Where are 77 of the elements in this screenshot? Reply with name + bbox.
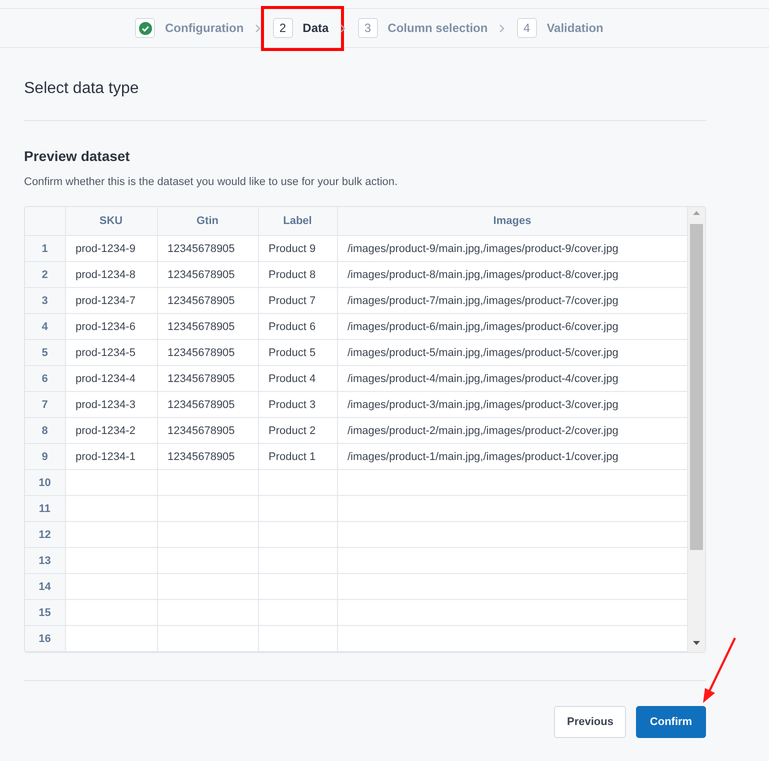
row-number: 5 [42,346,48,358]
table-cell: 12345678905 [168,424,235,436]
previous-button[interactable]: Previous [554,706,626,738]
table-cell: prod-1234-9 [76,242,136,254]
table-cell: 12345678905 [168,450,235,462]
step-label: Column selection [388,21,488,35]
table-cell: prod-1234-5 [76,346,136,358]
row-number: 12 [38,528,51,540]
table-cell: prod-1234-3 [76,398,136,410]
table-cell: /images/product-3/main.jpg,/images/product-3/cover.jpg [348,398,618,410]
table-cell: /images/product-9/main.jpg,/images/product-9/cover.jpg [348,242,618,254]
step-label: Configuration [165,21,244,35]
row-number: 8 [42,424,48,436]
scrollbar[interactable] [688,207,705,652]
table-cell: Product 4 [268,372,316,384]
step-tab[interactable]: 2 Data [260,6,344,50]
table-cell: Product 7 [268,294,316,306]
table-cell: Product 9 [268,242,316,254]
section-title: Select data type [24,80,140,99]
table-cell: 12345678905 [168,242,235,254]
row-number: 11 [38,502,51,514]
table-cell: Product 3 [268,398,316,410]
step-label: Validation [546,21,604,35]
step-number: 4 [523,21,530,35]
row-number: 1 [42,242,48,254]
table-cell: prod-1234-1 [76,450,136,462]
row-number: 9 [42,450,48,462]
row-number: 13 [38,554,51,566]
row-number: 14 [38,580,51,592]
step-number: 3 [364,21,372,35]
column-header: SKU [99,215,123,227]
table-cell: /images/product-5/main.jpg,/images/product-5/cover.jpg [348,346,618,358]
row-number: 10 [38,476,51,488]
table-cell: Product 8 [268,268,316,280]
chevron-icon [340,24,346,32]
table-cell: prod-1234-2 [76,424,136,436]
table-cell: prod-1234-6 [76,320,136,332]
table-cell: Product 1 [268,450,316,462]
table-cell: prod-1234-7 [76,294,136,306]
row-number: 4 [42,320,48,332]
table-cell: /images/product-8/main.jpg,/images/product-8/cover.jpg [348,268,618,280]
preview-description: Confirm whether this is the dataset you would like to use for your bulk action. [24,176,399,190]
check-icon [138,22,152,34]
table-cell: Product 6 [268,320,316,332]
table-cell: 12345678905 [168,346,235,358]
table-cell: Product 5 [268,346,316,358]
column-header: Gtin [196,215,218,227]
row-number: 6 [42,372,48,384]
row-number: 3 [42,294,48,306]
chevron-icon [498,24,505,32]
column-header: Label [283,215,312,227]
table-cell: prod-1234-4 [76,372,136,384]
column-header: Images [493,215,532,227]
table-cell: 12345678905 [168,398,235,410]
table-cell: 12345678905 [168,372,235,384]
step-tab[interactable]: 4 Validation [514,10,606,46]
table-cell: /images/product-1/main.jpg,/images/product-1/cover.jpg [348,450,618,462]
row-number: 16 [38,632,51,644]
row-number: 15 [38,606,51,618]
chevron-icon [254,24,261,32]
table-cell: 12345678905 [168,294,235,306]
table-cell: Product 2 [268,424,316,436]
table-cell: prod-1234-8 [76,268,136,280]
step-tab[interactable]: Configuration [133,10,246,46]
step-label: Data [302,21,329,35]
table-cell: 12345678905 [168,320,235,332]
row-number: 7 [42,398,48,410]
row-number: 2 [42,268,48,280]
table-cell: 12345678905 [168,268,235,280]
step-number: 2 [279,21,286,35]
step-tab[interactable]: 3 Column selection [356,10,490,46]
preview-title: Preview dataset [24,148,131,166]
confirm-button[interactable]: Confirm [636,706,706,738]
table-cell: /images/product-6/main.jpg,/images/product-6/cover.jpg [348,320,618,332]
table-cell: /images/product-4/main.jpg,/images/product-4/cover.jpg [348,372,618,384]
table-cell: /images/product-2/main.jpg,/images/product-2/cover.jpg [348,424,618,436]
table-cell: /images/product-7/main.jpg,/images/product-7/cover.jpg [348,294,618,306]
